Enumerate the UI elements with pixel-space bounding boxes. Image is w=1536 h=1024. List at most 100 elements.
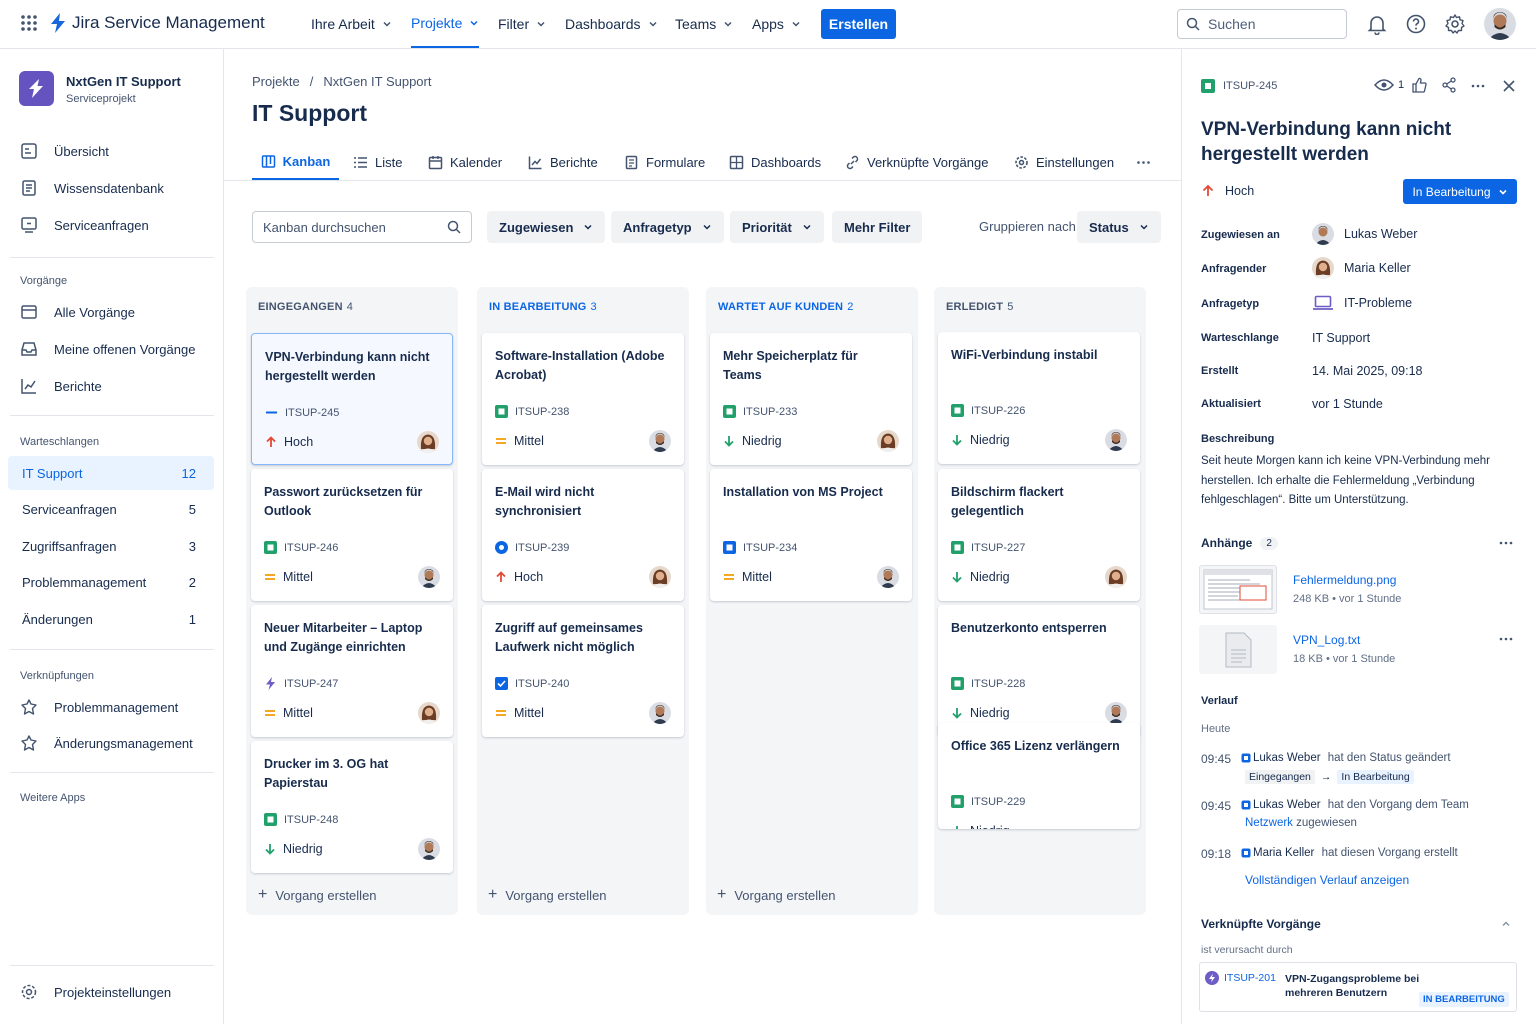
tabs-more-button[interactable] (1136, 144, 1151, 180)
issue-card[interactable]: Software-Installation (Adobe Acrobat) ITS… (482, 333, 684, 465)
issue-card[interactable]: Passwort zurücksetzen für Outlook ITSUP-2… (251, 469, 453, 601)
more-horizontal-icon[interactable] (1498, 632, 1514, 646)
nav-apps[interactable]: Apps (752, 0, 801, 48)
kanban-search-input[interactable]: Kanban durchsuchen (252, 211, 472, 243)
issue-card[interactable]: Zugriff auf gemeinsames Laufwerk nicht m… (482, 605, 684, 737)
history-user[interactable]: Lukas Weber (1253, 752, 1321, 764)
nav-ihre-arbeit[interactable]: Ihre Arbeit (311, 0, 392, 48)
issue-card[interactable]: Drucker im 3. OG hat Papierstau ITSUP-248… (251, 741, 453, 873)
nav-dashboards[interactable]: Dashboards (565, 0, 658, 48)
attachment-name[interactable]: VPN_Log.txt (1293, 633, 1360, 647)
sidebar-link-problemmanagement[interactable]: Problemmanagement (20, 698, 178, 716)
section-heading-weitere-apps[interactable]: Weitere Apps (20, 792, 85, 804)
app-switcher-icon[interactable] (20, 14, 38, 32)
card-key[interactable]: ITSUP-245 (265, 406, 339, 419)
sidebar-item-uebersicht[interactable]: Übersicht (20, 142, 109, 160)
tab-kalender[interactable]: Kalender (428, 144, 502, 180)
add-issue-button[interactable]: + Vorgang erstellen (488, 886, 607, 904)
queue-aenderungen[interactable]: Änderungen 1 (8, 602, 214, 636)
issue-card[interactable]: Neuer Mitarbeiter – Laptop und Zugänge e… (251, 605, 453, 737)
nav-projekte[interactable]: Projekte (411, 0, 480, 48)
assignee-avatar[interactable] (649, 430, 671, 452)
help-icon[interactable] (1405, 13, 1427, 35)
team-link[interactable]: Netzwerk (1245, 817, 1293, 829)
field-reporter[interactable]: Maria Keller (1312, 257, 1411, 279)
user-avatar[interactable] (1484, 8, 1516, 40)
issue-card[interactable]: Office 365 Lizenz verlängern ITSUP-229 Nie… (938, 723, 1140, 829)
sidebar-item-serviceanfragen[interactable]: Serviceanfragen (20, 216, 149, 234)
tab-verknuepfte-vorgaenge[interactable]: Verknüpfte Vorgänge (845, 144, 988, 180)
description-text[interactable]: Seit heute Morgen kann ich keine VPN-Ver… (1201, 452, 1511, 511)
filter-zugewiesen[interactable]: Zugewiesen (487, 211, 606, 243)
chevron-up-icon[interactable] (1501, 919, 1511, 929)
card-key[interactable]: ITSUP-246 (264, 541, 338, 554)
card-key[interactable]: ITSUP-248 (264, 813, 338, 826)
field-assignee[interactable]: Lukas Weber (1312, 223, 1417, 245)
sidebar-item-alle-vorgaenge[interactable]: Alle Vorgänge (20, 303, 135, 321)
card-key[interactable]: ITSUP-227 (951, 541, 1025, 554)
assignee-avatar[interactable] (649, 566, 671, 588)
linked-issue-key[interactable]: ITSUP-201 (1224, 972, 1276, 984)
share-icon[interactable] (1441, 77, 1457, 93)
notifications-bell-icon[interactable] (1366, 13, 1388, 35)
assignee-avatar[interactable] (418, 566, 440, 588)
filter-anfragetyp[interactable]: Anfragetyp (611, 211, 724, 243)
tab-einstellungen[interactable]: Einstellungen (1014, 144, 1114, 180)
queue-it-support[interactable]: IT Support 12 (8, 456, 214, 490)
settings-gear-icon[interactable] (1444, 13, 1466, 35)
assignee-avatar[interactable] (418, 702, 440, 724)
sidebar-link-aenderungsmanagement[interactable]: Änderungsmanagement (20, 734, 193, 752)
card-key[interactable]: ITSUP-238 (495, 405, 569, 418)
detail-priority[interactable]: Hoch (1201, 184, 1254, 198)
more-horizontal-icon[interactable] (1470, 78, 1486, 94)
linked-issue-card[interactable]: ITSUP-201 VPN-Zugangsprobleme bei mehrer… (1199, 962, 1517, 1012)
assignee-avatar[interactable] (877, 566, 899, 588)
queue-problemmanagement[interactable]: Problemmanagement 2 (8, 565, 214, 599)
detail-issue-key[interactable]: ITSUP-245 (1201, 79, 1277, 93)
watch-button[interactable]: 1 (1374, 78, 1404, 92)
assignee-avatar[interactable] (418, 838, 440, 860)
issue-card[interactable]: Mehr Speicherplatz für Teams ITSUP-233 Nie… (710, 333, 912, 465)
nav-filter[interactable]: Filter (498, 0, 546, 48)
card-key[interactable]: ITSUP-226 (951, 404, 1025, 417)
issue-card[interactable]: Bildschirm flackert gelegentlich ITSUP-22… (938, 469, 1140, 601)
tab-dashboards[interactable]: Dashboards (729, 144, 821, 180)
breadcrumb-projekte[interactable]: Projekte (252, 74, 300, 89)
status-dropdown[interactable]: In Bearbeitung (1403, 179, 1517, 204)
more-horizontal-icon[interactable] (1498, 536, 1514, 550)
field-request-type[interactable]: IT-Probleme (1312, 295, 1412, 311)
card-key[interactable]: ITSUP-228 (951, 677, 1025, 690)
filter-mehr-filter[interactable]: Mehr Filter (832, 211, 923, 243)
tab-formulare[interactable]: Formulare (624, 144, 705, 180)
global-search-input[interactable]: Suchen (1177, 9, 1347, 39)
queue-serviceanfragen[interactable]: Serviceanfragen 5 (8, 492, 214, 526)
assignee-avatar[interactable] (417, 431, 439, 453)
add-issue-button[interactable]: + Vorgang erstellen (258, 886, 377, 904)
history-user[interactable]: Maria Keller (1253, 847, 1314, 859)
nav-teams[interactable]: Teams (675, 0, 733, 48)
product-logo[interactable]: Jira Service Management (50, 13, 265, 33)
tab-kanban[interactable]: Kanban (252, 144, 339, 180)
history-user[interactable]: Lukas Weber (1253, 799, 1321, 811)
issue-card[interactable]: E-Mail wird nicht synchronisiert ITSUP-23… (482, 469, 684, 601)
field-queue[interactable]: IT Support (1312, 331, 1370, 345)
tab-berichte[interactable]: Berichte (528, 144, 598, 180)
project-name[interactable]: NxtGen IT Support (66, 74, 181, 89)
assignee-avatar[interactable] (877, 430, 899, 452)
group-by-select[interactable]: Status (1077, 211, 1161, 243)
card-key[interactable]: ITSUP-234 (723, 541, 797, 554)
sidebar-item-projekteinstellungen[interactable]: Projekteinstellungen (20, 983, 171, 1001)
thumbs-up-icon[interactable] (1411, 77, 1427, 93)
add-issue-button[interactable]: + Vorgang erstellen (717, 886, 836, 904)
assignee-avatar[interactable] (649, 702, 671, 724)
close-icon[interactable] (1501, 78, 1517, 94)
sidebar-item-berichte[interactable]: Berichte (20, 377, 102, 395)
issue-card[interactable]: WiFi-Verbindung instabil ITSUP-226 Niedrig (938, 332, 1140, 464)
project-logo[interactable] (19, 71, 54, 106)
sidebar-item-meine-offenen-vorgaenge[interactable]: Meine offenen Vorgänge (20, 340, 195, 358)
card-key[interactable]: ITSUP-247 (264, 677, 338, 690)
card-key[interactable]: ITSUP-240 (495, 677, 569, 690)
queue-zugriffsanfragen[interactable]: Zugriffsanfragen 3 (8, 529, 214, 563)
sidebar-item-wissensdatenbank[interactable]: Wissensdatenbank (20, 179, 164, 197)
full-history-link[interactable]: Vollständigen Verlauf anzeigen (1245, 873, 1409, 887)
